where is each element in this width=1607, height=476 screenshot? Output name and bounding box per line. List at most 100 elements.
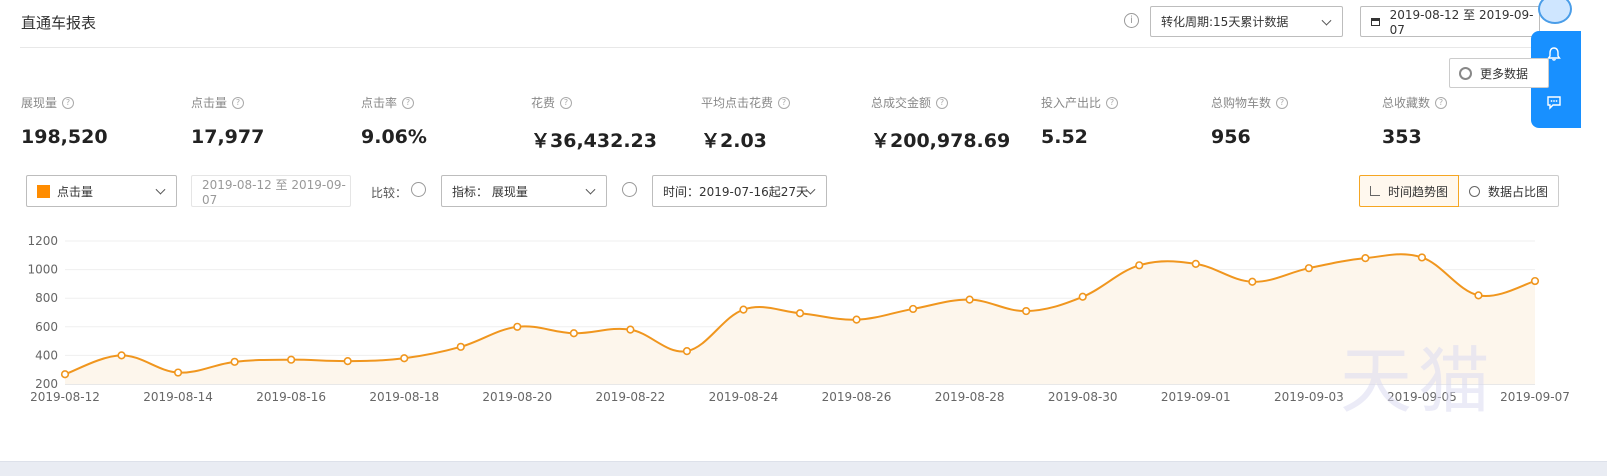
metric-ctr[interactable]: 点击率? 9.06% <box>361 94 427 148</box>
data-point <box>1191 259 1200 268</box>
data-point <box>1022 306 1031 316</box>
metric-cost[interactable]: 花费? ￥36,432.23 <box>531 94 657 153</box>
data-point <box>456 342 465 351</box>
help-icon[interactable]: ? <box>232 96 245 109</box>
compare-time-radio[interactable] <box>622 182 637 197</box>
y-tick-label: 1200 <box>27 234 58 248</box>
help-icon[interactable]: ? <box>1276 96 1289 109</box>
compare-radio[interactable] <box>411 182 426 197</box>
metric-label: 总成交金额 <box>871 96 932 110</box>
data-point <box>739 305 748 314</box>
data-point <box>682 347 692 356</box>
conversion-period-select[interactable]: 转化周期:15天累计数据 <box>1150 6 1343 37</box>
metric-label: 花费 <box>531 96 556 110</box>
metric-value: ￥200,978.69 <box>871 130 1011 152</box>
compare-time-value: 时间：2019-07-16起27天 <box>663 184 809 199</box>
data-point <box>287 355 296 364</box>
conversion-period-value: 转化周期:15天累计数据 <box>1161 15 1289 29</box>
x-tick-label: 2019-08-16 <box>256 390 326 404</box>
data-point <box>173 368 183 377</box>
data-point <box>513 322 522 331</box>
chart-metric-value: 点击量 <box>57 184 94 199</box>
data-point <box>1361 254 1370 263</box>
data-point <box>1530 276 1540 286</box>
y-tick-label: 200 <box>35 377 58 391</box>
metric-impressions[interactable]: 展现量? 198,520 <box>21 94 108 148</box>
data-point <box>1417 253 1427 262</box>
chart-metric-select[interactable]: 点击量 <box>26 175 177 207</box>
calendar-icon <box>1371 17 1380 26</box>
data-point <box>908 304 918 314</box>
data-point <box>795 309 805 318</box>
time-trend-label: 时间趋势图 <box>1388 184 1449 199</box>
chart-view-toggle: 时间趋势图 数据占比图 <box>1359 175 1560 207</box>
time-trend-tab[interactable]: 时间趋势图 <box>1359 175 1460 207</box>
help-icon[interactable]: ? <box>936 96 949 109</box>
metric-label: 展现量 <box>21 96 58 110</box>
metric-label: 平均点击花费 <box>701 96 774 110</box>
x-tick-label: 2019-08-12 <box>30 390 100 404</box>
data-point <box>1135 261 1144 270</box>
data-share-label: 数据占比图 <box>1488 184 1549 199</box>
help-icon[interactable]: ? <box>1435 96 1448 109</box>
x-tick-label: 2019-08-26 <box>822 390 892 404</box>
pie-chart-icon <box>1469 185 1481 197</box>
y-tick-label: 1000 <box>27 263 58 277</box>
metric-total-sales[interactable]: 总成交金额? ￥200,978.69 <box>871 94 1010 153</box>
data-point <box>400 354 409 363</box>
data-point <box>965 295 974 304</box>
x-tick-label: 2019-08-30 <box>1048 390 1118 404</box>
x-tick-label: 2019-08-14 <box>143 390 213 404</box>
help-icon[interactable]: ? <box>778 96 791 109</box>
metric-clicks[interactable]: 点击量? 17,977 <box>191 94 264 148</box>
chat-icon[interactable] <box>1543 91 1565 113</box>
data-point <box>1078 292 1087 301</box>
chart-date-range: 2019-08-12 至 2019-09-07 <box>191 175 351 207</box>
data-point <box>60 370 70 379</box>
metric-value: 198,520 <box>21 126 108 148</box>
help-icon[interactable]: ? <box>560 96 573 109</box>
x-tick-label: 2019-09-03 <box>1274 390 1344 404</box>
help-icon[interactable]: ? <box>62 96 75 109</box>
date-range-picker[interactable]: 2019-08-12 至 2019-09-07 <box>1360 6 1540 37</box>
mascot-icon[interactable] <box>1538 0 1572 24</box>
more-data-button[interactable]: 更多数据 <box>1449 58 1549 88</box>
series-color-swatch <box>37 184 50 198</box>
compare-time-select[interactable]: 时间：2019-07-16起27天 <box>652 175 827 207</box>
data-point <box>230 357 239 366</box>
metric-favorites[interactable]: 总收藏数? 353 <box>1382 94 1448 148</box>
metric-label: 点击量 <box>191 96 228 110</box>
help-icon[interactable]: ? <box>1106 96 1119 109</box>
metric-avg-cpc[interactable]: 平均点击花费? ￥2.03 <box>701 94 791 153</box>
x-tick-label: 2019-09-01 <box>1161 390 1231 404</box>
compare-index-value: 指标： 展现量 <box>452 184 528 199</box>
metric-value: 353 <box>1382 126 1422 148</box>
metric-label: 点击率 <box>361 96 398 110</box>
y-tick-label: 400 <box>35 348 58 362</box>
x-tick-label: 2019-08-24 <box>709 390 779 404</box>
metric-cart-count[interactable]: 总购物车数? 956 <box>1211 94 1289 148</box>
data-point <box>626 325 635 334</box>
x-tick-label: 2019-08-28 <box>935 390 1005 404</box>
help-icon[interactable]: ? <box>402 96 415 109</box>
data-point <box>1304 264 1313 273</box>
metric-value: ￥2.03 <box>701 130 767 152</box>
data-point <box>1248 277 1257 286</box>
info-icon[interactable]: i <box>1124 13 1139 28</box>
data-share-tab[interactable]: 数据占比图 <box>1459 175 1560 207</box>
metric-value: 9.06% <box>361 126 427 148</box>
compare-index-select[interactable]: 指标： 展现量 <box>441 175 607 207</box>
page-title: 直通车报表 <box>21 14 97 32</box>
line-chart-icon <box>1370 186 1380 196</box>
chevron-down-icon <box>585 184 596 195</box>
y-tick-label: 800 <box>35 291 58 305</box>
gear-icon <box>1459 66 1472 80</box>
data-point <box>569 329 578 338</box>
metric-value: 5.52 <box>1041 126 1088 148</box>
data-point <box>343 357 352 366</box>
y-tick-label: 600 <box>35 320 58 334</box>
data-point <box>1474 291 1483 300</box>
data-point <box>852 315 861 324</box>
x-tick-label: 2019-09-07 <box>1500 390 1570 404</box>
metric-roi[interactable]: 投入产出比? 5.52 <box>1041 94 1119 148</box>
